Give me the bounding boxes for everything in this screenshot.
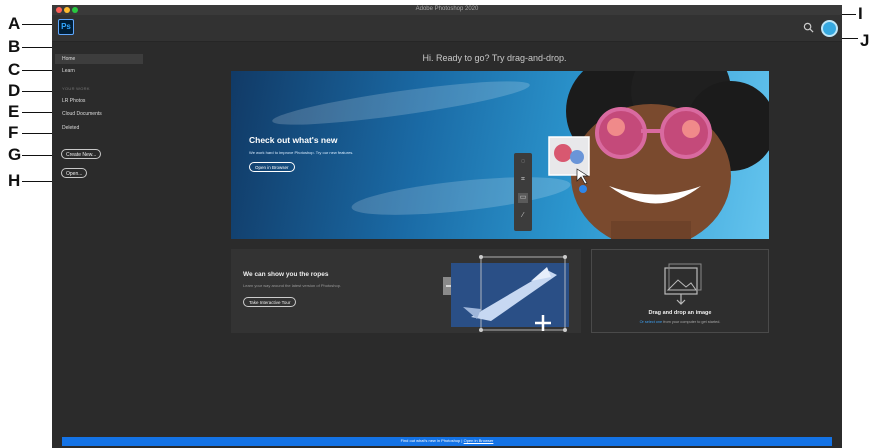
sidebar-item-lr-photos[interactable]: LR Photos: [62, 98, 85, 104]
sidebar: Home Learn YOUR WORK LR Photos Cloud Doc…: [52, 42, 147, 448]
open-in-browser-button[interactable]: Open in Browser: [249, 162, 295, 172]
callout-f: F: [8, 123, 19, 142]
callout-d: D: [8, 81, 21, 100]
callout-e: E: [8, 102, 20, 121]
tour-card: We can show you the ropes Learn your way…: [231, 249, 581, 333]
drop-subtitle-rest: from your computer to get started.: [663, 320, 721, 324]
drop-zone-card[interactable]: Drag and drop an image Or select one fro…: [591, 249, 769, 333]
hero-subtitle: We work hard to improve Photoshop. Try o…: [249, 150, 354, 155]
drop-subtitle: Or select one from your computer to get …: [592, 320, 768, 324]
tour-illustration: [443, 255, 569, 332]
sidebar-section-heading: YOUR WORK: [62, 86, 90, 91]
sidebar-item-home[interactable]: Home: [62, 56, 75, 62]
sidebar-item-cloud-documents[interactable]: Cloud Documents: [62, 111, 102, 117]
title-bar: Adobe Photoshop 2020: [52, 5, 842, 15]
open-button[interactable]: Open...: [61, 168, 88, 178]
hero-portrait-illustration: [548, 71, 769, 239]
select-file-link[interactable]: Or select one: [640, 320, 663, 324]
callout-g: G: [8, 145, 22, 164]
search-icon[interactable]: [803, 22, 814, 36]
brush-icon: ⁄: [522, 212, 524, 219]
photoshop-window: Adobe Photoshop 2020 Ps Home Learn YOUR …: [52, 5, 842, 448]
window-title: Adobe Photoshop 2020: [415, 6, 479, 12]
sidebar-item-learn[interactable]: Learn: [62, 68, 75, 74]
banner-message: Find out what's new in Photoshop: [400, 438, 461, 443]
banner-text: Find out what's new in Photoshop | Open …: [62, 438, 832, 443]
top-bar: Ps: [52, 15, 842, 42]
callout-h: H: [8, 171, 21, 190]
app-logo-icon[interactable]: Ps: [58, 19, 74, 35]
callout-i: I: [858, 4, 863, 23]
callout-a: A: [8, 14, 21, 33]
greeting-heading: Hi. Ready to go? Try drag-and-drop.: [422, 53, 567, 63]
avatar[interactable]: [821, 20, 838, 37]
lasso-icon: ◌: [520, 158, 526, 165]
callout-c: C: [8, 60, 21, 79]
callout-j: J: [860, 31, 870, 50]
create-new-button[interactable]: Create New...: [61, 149, 102, 159]
drop-title: Drag and drop an image: [648, 310, 712, 316]
banner-separator: |: [461, 438, 463, 443]
frame-icon: ▭: [518, 193, 528, 203]
whats-new-hero: Check out what's new We work hard to imp…: [231, 71, 769, 239]
hero-title: Check out what's new: [249, 135, 338, 145]
tool-strip: ◌ ⌗ ▭ ⁄: [514, 153, 532, 231]
crop-icon: ⌗: [521, 176, 525, 183]
search-icon-glyph: [803, 22, 814, 33]
whats-new-banner: Find out what's new in Photoshop | Open …: [62, 437, 832, 446]
callout-b: B: [8, 37, 21, 56]
sidebar-item-deleted[interactable]: Deleted: [62, 125, 79, 131]
banner-open-in-browser-link[interactable]: Open in Browser: [464, 438, 494, 443]
